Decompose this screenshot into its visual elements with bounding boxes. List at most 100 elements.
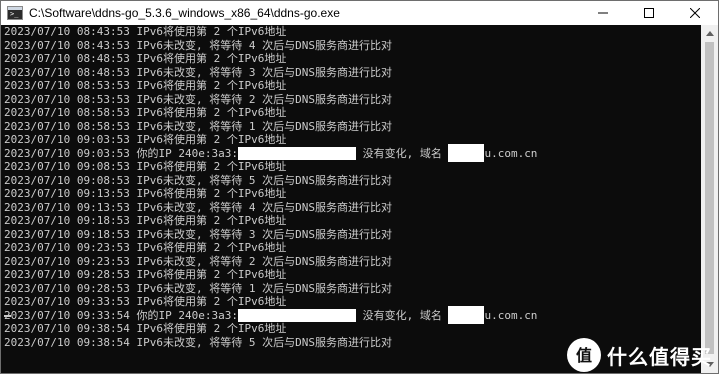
log-message: IPv6将使用第 2 个IPv6地址 xyxy=(136,106,287,119)
log-timestamp: 2023/07/10 09:08:53 xyxy=(4,173,130,187)
log-timestamp: 2023/07/10 09:08:53 xyxy=(4,160,130,173)
log-message: IPv6将使用第 2 个IPv6地址 xyxy=(136,322,287,335)
log-line: 2023/07/10 08:53:53 IPv6未改变, 将等待 2 次后与DN… xyxy=(4,93,701,107)
scrollbar-thumb[interactable] xyxy=(705,42,714,354)
log-message: IPv6将使用第 2 个IPv6地址 xyxy=(136,295,287,308)
watermark-text: 什么值得买 xyxy=(607,344,712,369)
vertical-scrollbar[interactable] xyxy=(701,25,718,373)
log-timestamp: 2023/07/10 08:53:53 xyxy=(4,92,130,106)
close-button[interactable] xyxy=(672,1,718,25)
log-message: IPv6未改变, 将等待 4 次后与DNS服务商进行比对 xyxy=(136,38,392,52)
log-message: IPv6将使用第 2 个IPv6地址 xyxy=(136,241,287,254)
watermark-logo-glyph: 值 xyxy=(576,346,592,365)
log-timestamp: 2023/07/10 09:13:53 xyxy=(4,200,130,214)
log-message: IPv6未改变, 将等待 4 次后与DNS服务商进行比对 xyxy=(136,200,392,214)
maximize-icon xyxy=(644,8,654,18)
log-message: IPv6将使用第 2 个IPv6地址 xyxy=(136,187,287,200)
log-timestamp: 2023/07/10 09:38:54 xyxy=(4,335,130,349)
log-message: 你的IP 240e:3a3: xyxy=(136,308,238,322)
log-line: 2023/07/10 09:28:53 IPv6将使用第 2 个IPv6地址 xyxy=(4,268,701,282)
log-message: IPv6未改变, 将等待 3 次后与DNS服务商进行比对 xyxy=(136,65,392,79)
log-line: 2023/07/10 09:38:54 IPv6将使用第 2 个IPv6地址 xyxy=(4,322,701,336)
log-line: 2023/07/10 09:08:53 IPv6将使用第 2 个IPv6地址 xyxy=(4,160,701,174)
log-timestamp: 2023/07/10 09:13:53 xyxy=(4,187,130,200)
log-line: 2023/07/10 09:23:53 IPv6将使用第 2 个IPv6地址 xyxy=(4,241,701,255)
console-output[interactable]: 2023/07/10 08:43:53 IPv6将使用第 2 个IPv6地址 20… xyxy=(1,25,701,373)
log-timestamp: 2023/07/10 09:33:54 xyxy=(4,308,130,322)
log-message: IPv6将使用第 2 个IPv6地址 xyxy=(136,214,287,227)
log-timestamp: 2023/07/10 09:18:53 xyxy=(4,227,130,241)
log-line: 2023/07/10 08:43:53 IPv6将使用第 2 个IPv6地址 xyxy=(4,25,701,39)
log-timestamp: 2023/07/10 08:53:53 xyxy=(4,79,130,92)
redaction-box xyxy=(448,143,485,162)
window-title: C:\Software\ddns-go_5.3.6_windows_x86_64… xyxy=(29,6,340,20)
log-timestamp: 2023/07/10 09:38:54 xyxy=(4,322,130,335)
domain-suffix: u.com.cn xyxy=(484,308,538,322)
log-line: 2023/07/10 08:48:53 IPv6未改变, 将等待 3 次后与DN… xyxy=(4,66,701,80)
log-timestamp: 2023/07/10 08:48:53 xyxy=(4,65,130,79)
log-line: 2023/07/10 09:33:54 你的IP 240e:3a3: 没有变化,… xyxy=(4,305,701,324)
log-timestamp: 2023/07/10 08:48:53 xyxy=(4,52,130,65)
log-message: 你的IP 240e:3a3: xyxy=(136,146,238,160)
log-timestamp: 2023/07/10 08:43:53 xyxy=(4,38,130,52)
redaction-box xyxy=(237,308,356,322)
log-message: IPv6将使用第 2 个IPv6地址 xyxy=(136,79,287,92)
log-timestamp: 2023/07/10 09:23:53 xyxy=(4,254,130,268)
log-line: 2023/07/10 08:58:53 IPv6将使用第 2 个IPv6地址 xyxy=(4,106,701,120)
log-line: 2023/07/10 09:18:53 IPv6未改变, 将等待 3 次后与DN… xyxy=(4,228,701,242)
log-message: IPv6将使用第 2 个IPv6地址 xyxy=(136,268,287,281)
log-timestamp: 2023/07/10 09:28:53 xyxy=(4,281,130,295)
log-timestamp: 2023/07/10 09:03:53 xyxy=(4,146,130,160)
log-timestamp: 2023/07/10 09:23:53 xyxy=(4,241,130,254)
log-message-continued: 没有变化, 域名 xyxy=(355,308,449,322)
console-window: >_ C:\Software\ddns-go_5.3.6_windows_x86… xyxy=(0,0,719,374)
log-line: 2023/07/10 09:03:53 IPv6将使用第 2 个IPv6地址 xyxy=(4,133,701,147)
window-controls xyxy=(580,1,718,25)
log-line: 2023/07/10 09:18:53 IPv6将使用第 2 个IPv6地址 xyxy=(4,214,701,228)
log-message-continued: 没有变化, 域名 xyxy=(355,146,449,160)
log-line: 2023/07/10 09:03:53 你的IP 240e:3a3: 没有变化,… xyxy=(4,143,701,162)
text-cursor xyxy=(4,315,11,317)
log-message: IPv6将使用第 2 个IPv6地址 xyxy=(136,133,287,146)
prompt-glyph: >_ xyxy=(10,10,19,18)
watermark-logo: 值 xyxy=(567,338,601,372)
log-timestamp: 2023/07/10 09:28:53 xyxy=(4,268,130,281)
log-timestamp: 2023/07/10 08:43:53 xyxy=(4,25,130,38)
chevron-up-icon xyxy=(705,31,714,36)
log-line: 2023/07/10 09:08:53 IPv6未改变, 将等待 5 次后与DN… xyxy=(4,174,701,188)
log-line: 2023/07/10 09:23:53 IPv6未改变, 将等待 2 次后与DN… xyxy=(4,255,701,269)
log-line: 2023/07/10 08:58:53 IPv6未改变, 将等待 1 次后与DN… xyxy=(4,120,701,134)
domain-suffix: u.com.cn xyxy=(484,146,538,160)
log-timestamp: 2023/07/10 09:33:53 xyxy=(4,295,130,308)
maximize-button[interactable] xyxy=(626,1,672,25)
log-line: 2023/07/10 09:13:53 IPv6未改变, 将等待 4 次后与DN… xyxy=(4,201,701,215)
log-timestamp: 2023/07/10 09:03:53 xyxy=(4,133,130,146)
close-icon xyxy=(690,8,700,18)
log-message: IPv6将使用第 2 个IPv6地址 xyxy=(136,52,287,65)
log-message: IPv6未改变, 将等待 5 次后与DNS服务商进行比对 xyxy=(136,335,392,349)
log-message: IPv6未改变, 将等待 3 次后与DNS服务商进行比对 xyxy=(136,227,392,241)
log-line: 2023/07/10 09:13:53 IPv6将使用第 2 个IPv6地址 xyxy=(4,187,701,201)
log-message: IPv6未改变, 将等待 2 次后与DNS服务商进行比对 xyxy=(136,254,392,268)
redaction-box xyxy=(237,146,356,160)
log-timestamp: 2023/07/10 09:18:53 xyxy=(4,214,130,227)
scroll-up-button[interactable] xyxy=(701,25,718,42)
log-message: IPv6未改变, 将等待 5 次后与DNS服务商进行比对 xyxy=(136,173,392,187)
log-line: 2023/07/10 09:28:53 IPv6未改变, 将等待 1 次后与DN… xyxy=(4,282,701,296)
log-message: IPv6将使用第 2 个IPv6地址 xyxy=(136,160,287,173)
log-message: IPv6未改变, 将等待 1 次后与DNS服务商进行比对 xyxy=(136,119,392,133)
log-line: 2023/07/10 08:43:53 IPv6未改变, 将等待 4 次后与DN… xyxy=(4,39,701,53)
log-lines: 2023/07/10 08:43:53 IPv6将使用第 2 个IPv6地址 20… xyxy=(4,25,701,349)
redaction-box xyxy=(448,305,485,324)
log-timestamp: 2023/07/10 08:58:53 xyxy=(4,106,130,119)
minimize-button[interactable] xyxy=(580,1,626,25)
log-message: IPv6未改变, 将等待 2 次后与DNS服务商进行比对 xyxy=(136,92,392,106)
watermark: 值 什么值得买 xyxy=(567,338,712,372)
log-message: IPv6将使用第 2 个IPv6地址 xyxy=(136,25,287,38)
log-line: 2023/07/10 09:33:53 IPv6将使用第 2 个IPv6地址 xyxy=(4,295,701,309)
log-line: 2023/07/10 08:53:53 IPv6将使用第 2 个IPv6地址 xyxy=(4,79,701,93)
minimize-icon xyxy=(598,12,608,14)
title-bar[interactable]: >_ C:\Software\ddns-go_5.3.6_windows_x86… xyxy=(1,1,718,25)
console-icon[interactable]: >_ xyxy=(7,5,23,21)
log-line: 2023/07/10 08:48:53 IPv6将使用第 2 个IPv6地址 xyxy=(4,52,701,66)
